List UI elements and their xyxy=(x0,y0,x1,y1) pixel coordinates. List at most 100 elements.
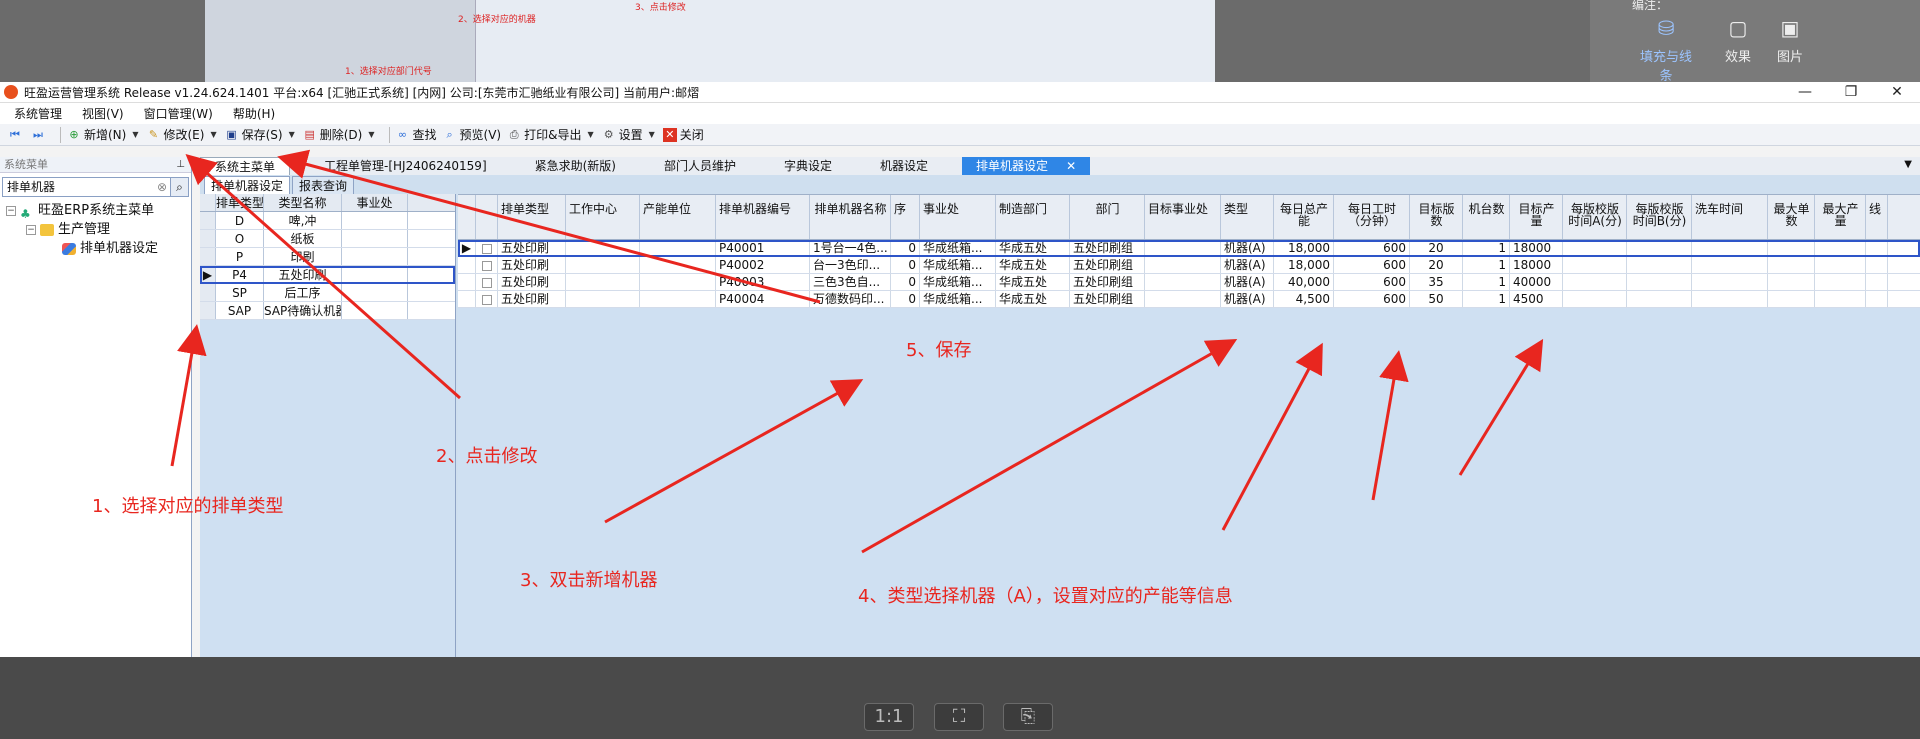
column-header[interactable]: 机台数 xyxy=(1463,195,1510,239)
print-dropdown[interactable]: ▼ xyxy=(587,130,593,139)
table-row[interactable]: 五处印刷 P40004 万德数码印... 0 华成纸箱... 华成五处 五处印刷… xyxy=(458,291,1920,308)
search-icon[interactable]: ⌕ xyxy=(170,178,188,196)
column-header[interactable]: 事业处 xyxy=(342,194,408,211)
tree-leaf-machine-setting[interactable]: 排单机器设定 xyxy=(0,239,191,258)
delete-dropdown[interactable]: ▼ xyxy=(368,130,374,139)
background-screenshot xyxy=(475,0,1215,82)
table-row[interactable]: O 纸板 xyxy=(200,230,455,248)
edit-image-button[interactable]: ⎘ xyxy=(1003,703,1053,731)
fill-line-tab[interactable]: ⛁ 填充与线条 xyxy=(1636,16,1696,84)
close-window-button[interactable]: ✕ xyxy=(1874,84,1920,100)
close-button[interactable]: ✕ 关闭 xyxy=(662,126,704,143)
table-row[interactable]: P 印刷 xyxy=(200,248,455,266)
last-record-button[interactable]: ⏭ xyxy=(31,128,48,142)
new-dropdown[interactable]: ▼ xyxy=(132,130,138,139)
menu-help[interactable]: 帮助(H) xyxy=(233,105,275,122)
settings-dropdown[interactable]: ▼ xyxy=(649,130,655,139)
fit-screen-button[interactable]: ⛶ xyxy=(934,703,984,731)
column-header[interactable]: 每版校版时间A(分) xyxy=(1563,195,1627,239)
tab-emergency-help[interactable]: 紧急求助(新版) xyxy=(521,157,630,175)
column-header[interactable]: 目标事业处 xyxy=(1145,195,1221,239)
tab-work-order[interactable]: 工程单管理-[HJ2406240159] xyxy=(310,157,501,175)
table-row[interactable]: D 啤,冲 xyxy=(200,212,455,230)
table-row-selected[interactable]: ▶ 五处印刷 P40001 1号台一4色... 0 华成纸箱... 华成五处 五… xyxy=(458,240,1920,257)
table-row-selected[interactable]: ▶ P4 五处印刷 xyxy=(200,266,455,284)
column-header[interactable]: 每日工时（分钟） xyxy=(1334,195,1410,239)
title-bar: 旺盈运营管理系统 Release v1.24.624.1401 平台:x64 [… xyxy=(0,82,1920,103)
column-header[interactable]: 类型 xyxy=(1221,195,1274,239)
column-header[interactable]: 洗车时间 xyxy=(1692,195,1768,239)
row-checkbox[interactable] xyxy=(476,291,498,307)
annotation-step-5: 5、保存 xyxy=(906,340,972,361)
column-header[interactable]: 制造部门 xyxy=(996,195,1070,239)
system-menu-panel: 系统菜单 ⊥ 排单机器 ⊗ ⌕ − ♣ 旺盈ERP系统主菜单 − 生产管理 排单机器设… xyxy=(0,157,192,657)
picture-tab[interactable]: ▣ 图片 xyxy=(1760,16,1820,65)
save-dropdown[interactable]: ▼ xyxy=(289,130,295,139)
column-header[interactable]: 工作中心 xyxy=(566,195,640,239)
menu-window[interactable]: 窗口管理(W) xyxy=(144,105,213,122)
search-input[interactable]: 排单机器 xyxy=(3,178,154,196)
effects-tab[interactable]: ▢ 效果 xyxy=(1708,16,1768,65)
menu-view[interactable]: 视图(V) xyxy=(82,105,124,122)
first-record-button[interactable]: ⏮ xyxy=(8,128,25,142)
actual-size-button[interactable]: 1:1 xyxy=(864,703,914,731)
column-header[interactable]: 排单类型 xyxy=(216,194,264,211)
table-row[interactable]: 五处印刷 P40003 三色3色自... 0 华成纸箱... 华成五处 五处印刷… xyxy=(458,274,1920,291)
table-row[interactable]: SAP SAP待确认机器 xyxy=(200,302,455,320)
subtab-schedule-machine[interactable]: 排单机器设定 xyxy=(204,176,291,194)
minimize-button[interactable]: — xyxy=(1782,84,1828,100)
column-header[interactable]: 事业处 xyxy=(920,195,996,239)
column-header[interactable]: 排单类型 xyxy=(498,195,566,239)
column-header[interactable]: 线 xyxy=(1866,195,1888,239)
column-header[interactable]: 每日总产能 xyxy=(1274,195,1334,239)
subtab-report-query[interactable]: 报表查询 xyxy=(292,176,355,194)
column-header[interactable]: 目标产量 xyxy=(1510,195,1563,239)
settings-button[interactable]: ⚙ 设置 xyxy=(602,126,643,143)
tab-machine-setting[interactable]: 机器设定 xyxy=(866,157,942,175)
background-label: 2、选择对应的机器 xyxy=(458,15,536,25)
column-header[interactable]: 最大单数 xyxy=(1768,195,1815,239)
annotation-step-4: 4、类型选择机器（A），设置对应的产能等信息 xyxy=(858,586,1233,607)
tree-group[interactable]: − 生产管理 xyxy=(0,220,191,239)
tabs-overflow-icon[interactable]: ▼ xyxy=(1904,159,1912,170)
delete-button[interactable]: ▤ 删除(D) xyxy=(303,126,363,143)
column-header[interactable]: 类型名称 xyxy=(264,194,342,211)
tab-department-staff[interactable]: 部门人员维护 xyxy=(650,157,750,175)
collapse-icon[interactable]: − xyxy=(26,224,36,235)
column-header[interactable]: 最大产量 xyxy=(1815,195,1866,239)
clear-icon[interactable]: ⊗ xyxy=(154,178,170,196)
column-header[interactable]: 目标版数 xyxy=(1410,195,1463,239)
row-checkbox[interactable] xyxy=(476,257,498,273)
menu-system[interactable]: 系统管理 xyxy=(14,105,62,122)
column-header[interactable]: 排单机器名称 xyxy=(810,195,891,239)
tab-main-menu[interactable]: 系统主菜单 xyxy=(200,157,291,175)
window-title: 旺盈运营管理系统 Release v1.24.624.1401 平台:x64 [… xyxy=(24,85,700,100)
table-row[interactable]: SP 后工序 xyxy=(200,284,455,302)
column-header[interactable]: 部门 xyxy=(1070,195,1145,239)
tree-root[interactable]: − ♣ 旺盈ERP系统主菜单 xyxy=(0,201,191,221)
tab-schedule-machine-setting[interactable]: 排单机器设定 ✕ xyxy=(962,157,1091,175)
grid-header: 排单类型 工作中心 产能单位 排单机器编号 排单机器名称 序 事业处 制造部门 … xyxy=(458,194,1920,240)
column-header[interactable]: 产能单位 xyxy=(640,195,716,239)
magnifier-icon: ⌕ xyxy=(446,127,453,141)
tab-dictionary[interactable]: 字典设定 xyxy=(770,157,846,175)
row-checkbox[interactable] xyxy=(476,240,498,256)
edit-dropdown[interactable]: ▼ xyxy=(210,130,216,139)
table-row[interactable]: 五处印刷 P40002 台一3色印... 0 华成纸箱... 华成五处 五处印刷… xyxy=(458,257,1920,274)
preview-button[interactable]: ⌕ 预览(V) xyxy=(443,126,501,143)
find-button[interactable]: ∞ 查找 xyxy=(396,126,437,143)
maximize-button[interactable]: ❐ xyxy=(1828,84,1874,100)
close-tab-icon[interactable]: ✕ xyxy=(1066,159,1076,173)
background-label: 1、选择对应部门代号 xyxy=(345,67,432,77)
save-button[interactable]: ▣ 保存(S) xyxy=(225,126,282,143)
row-checkbox[interactable] xyxy=(476,274,498,290)
column-header[interactable]: 每版校版时间B(分) xyxy=(1627,195,1692,239)
column-header[interactable]: 序 xyxy=(891,195,920,239)
edit-button[interactable]: ✎ 修改(E) xyxy=(147,126,205,143)
new-button[interactable]: ⊕ 新增(N) xyxy=(67,126,126,143)
pin-icon[interactable]: ⊥ xyxy=(176,157,185,173)
print-export-button[interactable]: ⎙ 打印&导出 xyxy=(507,126,582,143)
current-row-indicator-icon: ▶ xyxy=(458,240,476,256)
column-header[interactable]: 排单机器编号 xyxy=(716,195,810,239)
collapse-icon[interactable]: − xyxy=(6,205,16,216)
